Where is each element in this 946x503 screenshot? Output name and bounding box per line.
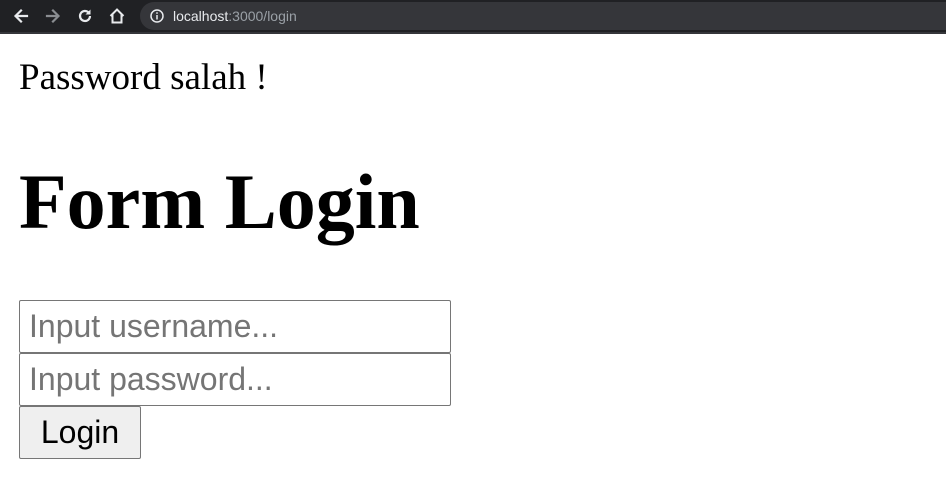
home-button[interactable] <box>104 4 130 28</box>
password-input[interactable] <box>19 353 451 406</box>
home-icon <box>109 8 125 24</box>
username-input[interactable] <box>19 300 451 353</box>
back-button[interactable] <box>8 4 34 28</box>
url-path: :3000/login <box>228 8 297 24</box>
info-icon[interactable] <box>150 9 164 23</box>
login-button[interactable]: Login <box>19 406 141 459</box>
forward-button[interactable] <box>40 4 66 28</box>
forward-arrow-icon <box>45 8 61 24</box>
error-message: Password salah ! <box>19 57 268 98</box>
page-content: Password salah ! Form Login Login <box>0 36 946 503</box>
browser-toolbar: localhost:3000/login <box>0 0 946 34</box>
reload-icon <box>78 9 92 23</box>
page-title: Form Login <box>19 158 420 245</box>
back-arrow-icon <box>13 8 29 24</box>
url-text: localhost:3000/login <box>173 8 297 24</box>
url-host: localhost <box>173 8 229 24</box>
reload-button[interactable] <box>72 4 98 28</box>
address-bar[interactable]: localhost:3000/login <box>140 2 946 30</box>
